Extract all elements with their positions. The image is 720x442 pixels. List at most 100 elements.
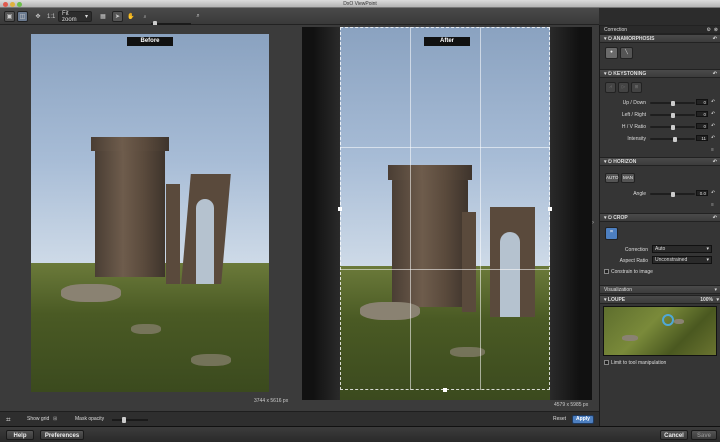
reset-arrow-icon[interactable]: ↶ — [711, 123, 715, 129]
mask-opacity-slider[interactable] — [112, 417, 148, 423]
anamorphosis-header[interactable]: ▾ ⏻ ANAMORPHOSIS ↶ — [600, 34, 720, 43]
crop-handle[interactable] — [443, 388, 447, 392]
before-image[interactable] — [31, 34, 269, 392]
after-label: After — [424, 37, 470, 46]
reset-arrow-icon[interactable]: ↶ — [711, 135, 715, 141]
settings-icon[interactable]: ⚙ — [707, 26, 711, 34]
zoom-select[interactable]: Fit zoom ▾ — [58, 10, 92, 23]
horizon-manual-button[interactable]: MAN — [621, 173, 635, 183]
save-button[interactable]: Save — [691, 430, 717, 440]
preferences-button[interactable]: Preferences — [40, 430, 84, 440]
help-button[interactable]: Help — [6, 430, 34, 440]
reset-arrow-icon[interactable]: ↶ — [711, 190, 715, 196]
fit-icon[interactable]: ✥ — [33, 11, 43, 22]
crop-handle[interactable] — [338, 207, 342, 211]
loupe-target-icon[interactable] — [662, 314, 674, 326]
keystone-updown-label: Up / Down — [622, 100, 646, 106]
reset-button[interactable]: Reset — [553, 415, 566, 423]
keystone-updown-slider[interactable] — [650, 100, 695, 106]
show-grid-label[interactable]: Show grid — [27, 416, 49, 422]
anamorphosis-portrait-button[interactable]: ● — [605, 47, 618, 59]
reset-arrow-icon[interactable]: ↶ — [713, 35, 717, 43]
loupe-title: LOUPE — [607, 297, 626, 303]
split-view-icon: ◫ — [19, 14, 26, 20]
loupe-header[interactable]: ▾ LOUPE 100% ▾ — [600, 295, 720, 304]
slider-knob[interactable] — [672, 136, 677, 142]
keystone-leftright-label: Left / Right — [621, 112, 646, 118]
split-view-button[interactable]: ◫ — [17, 11, 28, 22]
loupe-zoom[interactable]: 100% — [700, 296, 713, 304]
horizon-title: HORIZON — [613, 159, 637, 165]
apply-button[interactable]: Apply — [572, 415, 594, 424]
footer-bar: Help Preferences Cancel Save — [0, 426, 720, 442]
reset-arrow-icon[interactable]: ↶ — [711, 111, 715, 117]
crop-tool-button[interactable]: ⌗ — [605, 227, 618, 240]
slider-knob[interactable] — [670, 112, 675, 118]
after-image[interactable] — [302, 27, 592, 400]
pointer-tool-button[interactable]: ➤ — [112, 11, 123, 22]
visualization-header[interactable]: Visualization ▾ — [600, 285, 720, 294]
slider-knob[interactable] — [670, 100, 675, 106]
zoom-ratio[interactable]: 1:1 — [47, 11, 55, 22]
chevron-down-icon: ▾ — [714, 287, 717, 293]
keystone-updown-value[interactable]: 0 — [696, 99, 708, 105]
crop-aspect-select[interactable]: Unconstrained ▾ — [652, 256, 712, 264]
zoom-in-icon[interactable]: ⌕ — [194, 11, 202, 22]
horizon-angle-slider[interactable] — [650, 191, 695, 197]
reset-arrow-icon[interactable]: ↶ — [711, 99, 715, 105]
constrain-checkbox[interactable] — [604, 269, 609, 274]
hand-icon[interactable]: ✋ — [127, 11, 135, 22]
limit-label[interactable]: Limit to tool manipulation — [611, 360, 666, 366]
crop-header[interactable]: ▾ ⏻ CROP ↶ — [600, 213, 720, 222]
cancel-button[interactable]: Cancel — [660, 430, 688, 440]
expand-icon[interactable]: ≡ — [711, 202, 714, 208]
show-grid-toggle[interactable]: ⊞ — [53, 416, 57, 422]
loupe-preview[interactable] — [603, 306, 717, 356]
power-icon[interactable]: ⏻ — [608, 215, 612, 221]
keystone-leftright-slider[interactable] — [650, 112, 695, 118]
grid-icon[interactable]: ▦ — [99, 11, 107, 22]
keystone-leftright-value[interactable]: 0 — [696, 111, 708, 117]
keystone-rect-button[interactable]: ⊞ — [631, 82, 642, 93]
toolbar: ▣ ◫ ✥ 1:1 Fit zoom ▾ ▦ ➤ ✋ ⌕ ⌕ — [0, 8, 599, 27]
single-view-button[interactable]: ▣ — [4, 11, 15, 22]
reset-arrow-icon[interactable]: ↶ — [713, 214, 717, 222]
expand-icon[interactable]: ≡ — [711, 147, 714, 153]
crop-correction-select[interactable]: Auto ▾ — [652, 245, 712, 253]
keystone-ratio-value[interactable]: 0 — [696, 123, 708, 129]
anamorphosis-manual-button[interactable]: ╲ — [620, 47, 633, 59]
power-icon[interactable]: ⏻ — [608, 71, 612, 77]
keystone-intensity-value[interactable]: 11 — [696, 135, 708, 141]
limit-checkbox[interactable] — [604, 360, 609, 365]
zoom-select-value: Fit zoom — [62, 10, 77, 23]
crop-icon[interactable]: ⌗ — [6, 415, 11, 425]
keystoning-header[interactable]: ▾ ⏻ KEYSTONING ↶ — [600, 69, 720, 78]
power-icon[interactable]: ⏻ — [608, 159, 612, 165]
bottom-bar: ⌗ Show grid ⊞ Mask opacity Reset Apply — [0, 411, 599, 426]
keystone-vertical-button[interactable]: ⩘ — [605, 82, 616, 93]
preview-area: Before 3744 x 5616 px After 4579 x 5985 … — [0, 25, 599, 411]
keystone-horizontal-button[interactable]: ▷ — [618, 82, 629, 93]
zoom-out-icon[interactable]: ⌕ — [141, 11, 149, 22]
crop-frame[interactable] — [340, 27, 550, 390]
horizon-angle-value[interactable]: 0.0 — [696, 190, 708, 196]
horizon-auto-button[interactable]: AUTO — [605, 173, 619, 183]
slider-knob[interactable] — [670, 124, 675, 130]
slider-knob[interactable] — [670, 191, 675, 197]
keystone-intensity-slider[interactable] — [650, 136, 695, 142]
expand-arrow-icon[interactable]: › — [592, 220, 594, 226]
constrain-label[interactable]: Constrain to image — [611, 269, 653, 275]
chevron-down-icon: ▾ — [84, 14, 88, 20]
power-icon[interactable]: ⏻ — [608, 36, 612, 42]
chevron-down-icon: ▾ — [716, 297, 719, 303]
crop-handle[interactable] — [548, 207, 552, 211]
horizon-header[interactable]: ▾ ⏻ HORIZON ↶ — [600, 157, 720, 166]
chevron-down-icon: ▾ — [706, 246, 709, 252]
mask-opacity-knob[interactable] — [122, 417, 126, 423]
mask-opacity-label: Mask opacity — [75, 416, 105, 422]
keystone-ratio-slider[interactable] — [650, 124, 695, 130]
reset-arrow-icon[interactable]: ↶ — [713, 158, 717, 166]
chevron-down-icon: ▾ — [706, 257, 709, 263]
close-panel-icon[interactable]: ⊗ — [714, 26, 718, 34]
reset-arrow-icon[interactable]: ↶ — [713, 70, 717, 78]
